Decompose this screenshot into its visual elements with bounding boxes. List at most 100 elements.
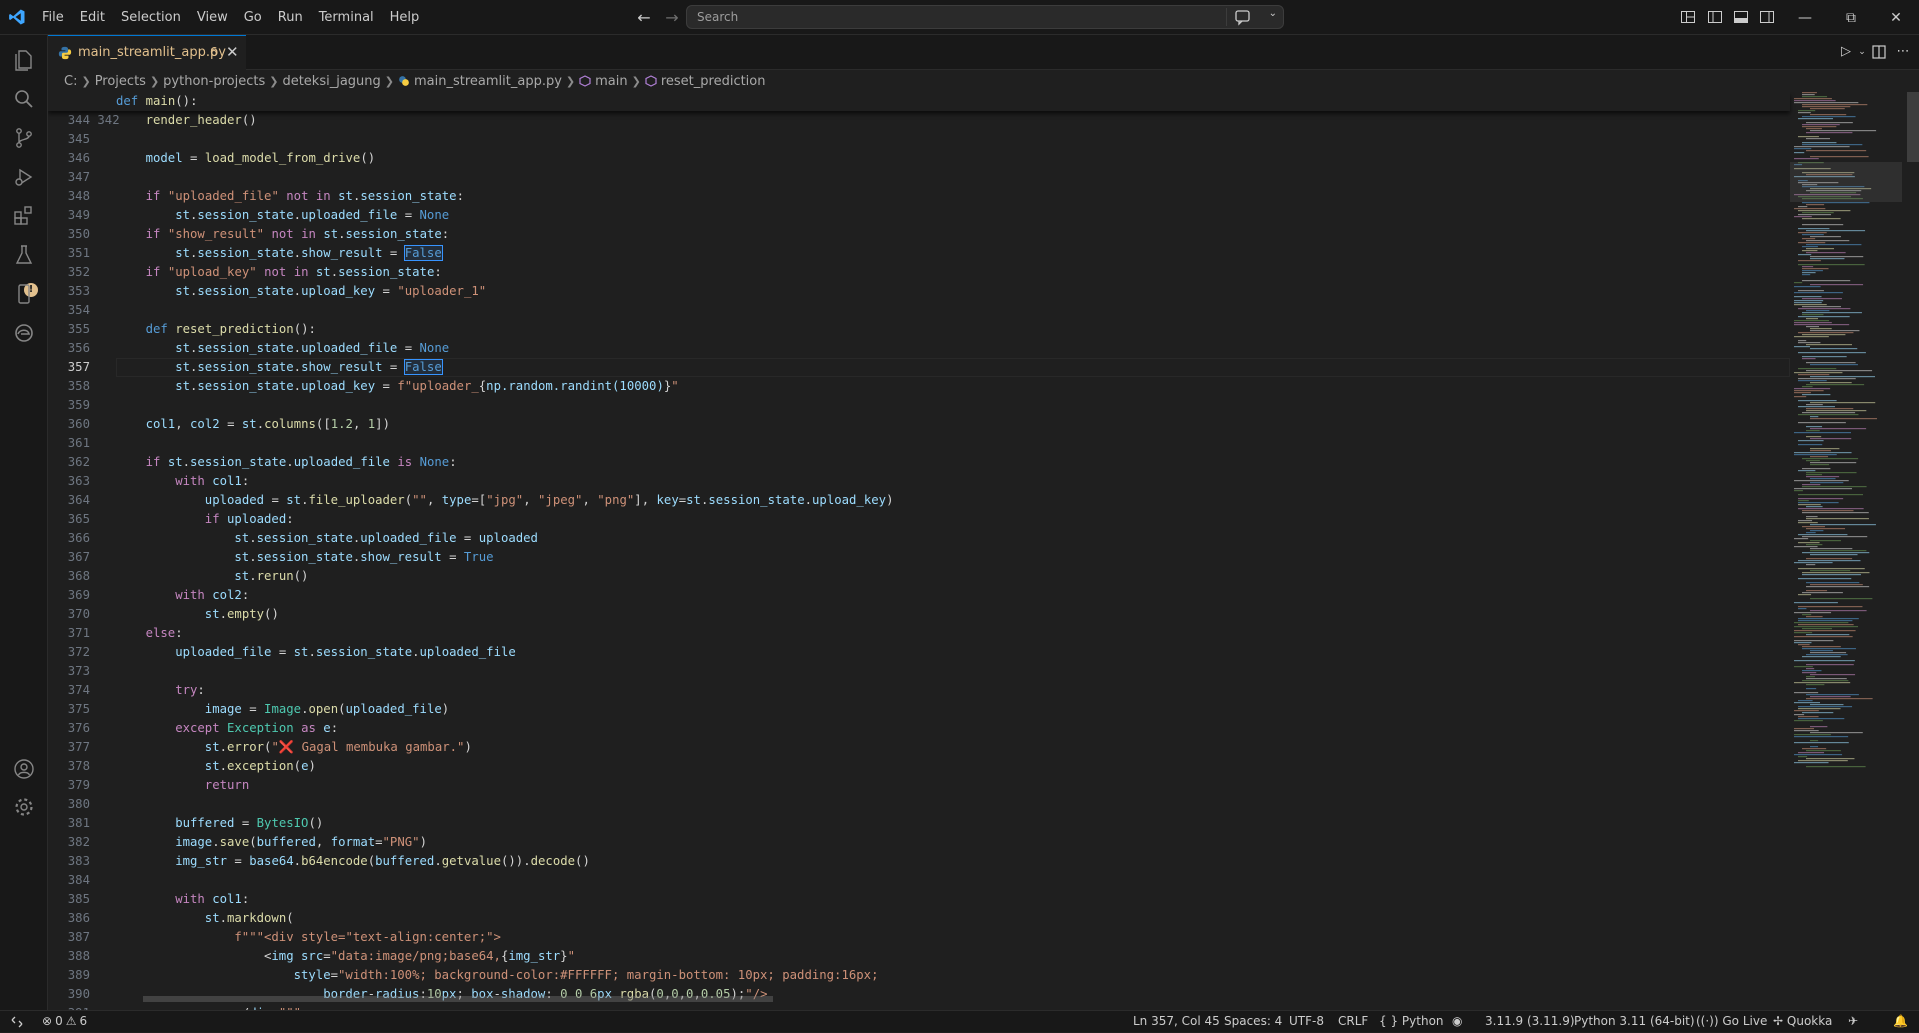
code-line[interactable]: 363 with col1: [48,472,1790,491]
copilot-chat-icon[interactable] [1226,8,1261,26]
code-line[interactable]: 386 st.markdown( [48,909,1790,928]
encoding-setting[interactable]: UTF-8 [1289,1014,1324,1028]
code-line[interactable]: 357 st.session_state.show_result = False [68,358,1790,377]
more-actions-icon[interactable]: ⋯ [1894,43,1912,61]
menu-help[interactable]: Help [382,0,428,35]
code-line[interactable]: 368 st.rerun() [48,567,1790,586]
restore-button[interactable]: ⧉ [1828,0,1874,35]
chevron-down-icon[interactable]: ⌄ [1269,8,1277,19]
code-line[interactable]: 358 st.session_state.upload_key = f"uploa… [48,377,1790,396]
code-line[interactable]: 350 if "show_result" not in st.session_st… [48,225,1790,244]
code-line[interactable]: 384 [48,871,1790,890]
code-line[interactable]: 347 [48,168,1790,187]
code-line[interactable]: 387 f"""<div style="text-align:center;"> [48,928,1790,947]
remote-indicator-icon[interactable] [0,1011,34,1033]
tab-main-streamlit-app[interactable]: main_streamlit_app.py 6 ✕ [48,35,246,70]
code-line[interactable]: 345 [48,130,1790,149]
quokka-button[interactable]: ✢ Quokka [1773,1014,1832,1028]
code-line[interactable]: 346 model = load_model_from_drive() [48,149,1790,168]
code-line[interactable]: 377 st.error("❌ Gagal membuka gambar.") [48,738,1790,757]
sticky-scroll-header[interactable]: 342 def main(): [48,92,1790,127]
menu-edit[interactable]: Edit [72,0,113,35]
customize-layout-icon[interactable] [1680,9,1696,25]
code-lines[interactable]: 344render_header()345346model = load_mod… [48,111,1790,1010]
code-line[interactable]: 364 uploaded = st.file_uploader("", type=… [48,491,1790,510]
explorer-files-icon[interactable] [12,48,36,72]
run-and-debug-icon[interactable] [12,165,36,189]
code-line[interactable]: 359 [48,396,1790,415]
code-line[interactable]: 360 col1, col2 = st.columns([1.2, 1]) [48,415,1790,434]
run-dropdown-chevron-icon[interactable]: ⌄ [1853,43,1871,61]
extensions-icon[interactable] [12,204,36,228]
code-line[interactable]: 361 [48,434,1790,453]
source-control-icon[interactable] [12,126,36,150]
accounts-icon[interactable] [12,757,36,781]
horizontal-scrollbar-thumb[interactable] [143,996,773,1002]
menu-terminal[interactable]: Terminal [311,0,382,35]
minimap[interactable] [1790,92,1902,1010]
toggle-secondary-sidebar-icon[interactable] [1759,9,1775,25]
indentation-setting[interactable]: Spaces: 4 [1224,1014,1282,1028]
breadcrumb-python-projects[interactable]: python-projects [163,74,265,89]
code-line[interactable]: 388 <img src="data:image/png;base64,{img_… [48,947,1790,966]
code-line[interactable]: 375 image = Image.open(uploaded_file) [48,700,1790,719]
breadcrumb-main[interactable]: main [579,74,628,89]
code-line[interactable]: 379 return [48,776,1790,795]
minimize-button[interactable]: — [1782,0,1828,35]
code-line[interactable]: 371 else: [48,624,1790,643]
forward-arrow-icon[interactable]: → [662,8,682,28]
scrollbar-thumb[interactable] [1907,92,1919,162]
split-editor-icon[interactable] [1870,43,1888,61]
code-line[interactable]: 374 try: [48,681,1790,700]
menu-go[interactable]: Go [236,0,270,35]
menu-run[interactable]: Run [270,0,311,35]
problems-status[interactable]: ⊗ 0 ⚠ 6 [42,1014,87,1028]
breadcrumb-drive[interactable]: C: [64,74,77,89]
code-line[interactable]: 370 st.empty() [48,605,1790,624]
eol-setting[interactable]: CRLF [1338,1014,1368,1028]
language-mode[interactable]: { } Python [1379,1014,1444,1028]
toggle-panel-icon[interactable] [1733,9,1749,25]
code-line[interactable]: 355 def reset_prediction(): [48,320,1790,339]
code-line[interactable]: 389 style="width:100%; background-color:#… [48,966,1790,985]
close-tab-icon[interactable]: ✕ [226,43,239,61]
code-line[interactable]: 353 st.session_state.upload_key = "upload… [48,282,1790,301]
cursor-position[interactable]: Ln 357, Col 45 [1133,1014,1220,1028]
back-arrow-icon[interactable]: ← [634,8,654,28]
minimap-preview[interactable] [1790,92,1902,1010]
code-line[interactable]: 348 if "uploaded_file" not in st.session_… [48,187,1790,206]
copilot-icon[interactable]: ◉ [1452,1014,1462,1028]
code-line[interactable]: 382 image.save(buffered, format="PNG") [48,833,1790,852]
code-line[interactable]: 362 if st.session_state.uploaded_file is … [48,453,1790,472]
search-icon[interactable] [12,87,36,111]
menu-selection[interactable]: Selection [113,0,189,35]
code-line[interactable]: 383 img_str = base64.b64encode(buffered.g… [48,852,1790,871]
toggle-primary-sidebar-icon[interactable] [1707,9,1723,25]
code-line[interactable]: 367 st.session_state.show_result = True [48,548,1790,567]
notifications-bell-icon[interactable]: 🔔 [1893,1014,1908,1028]
code-line[interactable]: 369 with col2: [48,586,1790,605]
code-line[interactable]: 372 uploaded_file = st.session_state.uplo… [48,643,1790,662]
menu-view[interactable]: View [189,0,236,35]
vertical-scrollbar[interactable] [1906,92,1919,1010]
code-line[interactable]: 354 [48,301,1790,320]
code-line[interactable]: 344render_header() [48,111,1790,130]
code-line[interactable]: 366 st.session_state.uploaded_file = uplo… [48,529,1790,548]
python-interpreter[interactable]: Python 3.11 (64-bit) [1574,1014,1695,1028]
breadcrumb-deteksi-jagung[interactable]: deteksi_jagung [282,74,380,89]
code-line[interactable]: 349 st.session_state.uploaded_file = None [48,206,1790,225]
python-version[interactable]: 3.11.9 (3.11.9) [1485,1014,1575,1028]
go-live-button[interactable]: ((·)) Go Live [1696,1014,1767,1028]
breadcrumb-reset-prediction[interactable]: reset_prediction [645,74,766,89]
remote-device-icon[interactable] [12,282,36,306]
breadcrumb-projects[interactable]: Projects [95,74,146,89]
code-editor[interactable]: 342 def main(): 344render_header()345346… [48,92,1919,1010]
testing-flask-icon[interactable] [12,243,36,267]
code-line[interactable]: 385 with col1: [48,890,1790,909]
code-line[interactable]: 378 st.exception(e) [48,757,1790,776]
copilot-status-icon[interactable]: ✈ [1848,1014,1858,1028]
code-line[interactable]: 352 if "upload_key" not in st.session_sta… [48,263,1790,282]
menu-file[interactable]: File [34,0,72,35]
settings-gear-icon[interactable] [12,795,36,819]
minimap-viewport[interactable] [1790,162,1902,202]
